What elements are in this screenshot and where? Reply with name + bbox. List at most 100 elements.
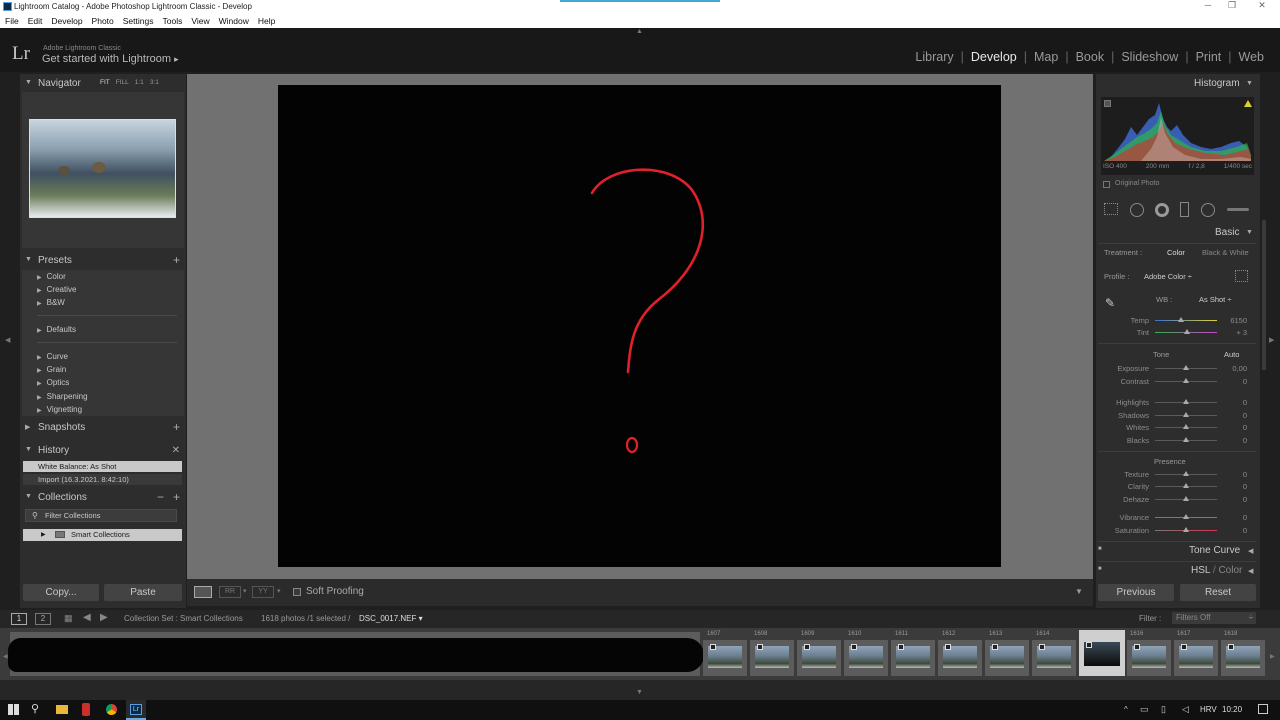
slider-value[interactable]: 0	[1222, 526, 1247, 535]
collapse-left-icon[interactable]: ◀	[5, 336, 10, 344]
grid-view-icon[interactable]: ▦	[64, 613, 73, 624]
menu-view[interactable]: View	[191, 14, 209, 28]
language-indicator[interactable]: HRV	[1200, 705, 1217, 714]
previous-button[interactable]: Previous	[1098, 584, 1174, 601]
zoom-1-1[interactable]: 1:1	[135, 79, 144, 86]
module-develop[interactable]: Develop	[965, 50, 1023, 64]
basic-title[interactable]: Basic	[1215, 227, 1239, 238]
menu-settings[interactable]: Settings	[123, 14, 154, 28]
thumbnail[interactable]	[1032, 640, 1076, 676]
forward-arrow-icon[interactable]: ▶	[100, 612, 108, 623]
exposure-knob[interactable]	[1183, 365, 1189, 370]
source-label[interactable]: Collection Set : Smart Collections	[124, 614, 243, 623]
temp-slider[interactable]	[1155, 320, 1217, 321]
whites-knob[interactable]	[1183, 424, 1189, 429]
scroll-left-icon[interactable]: ◀	[3, 653, 8, 660]
profile-dropdown[interactable]: Adobe Color ÷	[1144, 272, 1192, 281]
menu-tools[interactable]: Tools	[162, 14, 182, 28]
clock[interactable]: 10:20	[1222, 705, 1242, 714]
spot-removal-icon[interactable]	[1130, 203, 1144, 217]
chrome-icon[interactable]	[106, 704, 117, 715]
expand-triangle-icon[interactable]: ◀	[1248, 547, 1253, 555]
thumbnail[interactable]	[985, 640, 1029, 676]
windows-start-icon[interactable]	[8, 704, 19, 715]
lightroom-taskbar-item[interactable]: Lr	[126, 700, 146, 720]
add-snapshot-icon[interactable]: +	[173, 420, 180, 434]
collections-header[interactable]: ▼ Collections − +	[22, 489, 184, 507]
filter-dropdown[interactable]: Filters Off ÷	[1172, 612, 1256, 624]
volume-icon[interactable]: ◁	[1182, 704, 1189, 715]
thumbnail[interactable]	[797, 640, 841, 676]
menu-edit[interactable]: Edit	[28, 14, 43, 28]
treatment-color-option[interactable]: Color	[1167, 248, 1185, 257]
slider-value[interactable]: + 3	[1222, 328, 1247, 337]
slider-value[interactable]: 0	[1222, 398, 1247, 407]
thumbnail-selected[interactable]	[1079, 630, 1125, 676]
chevron-down-icon[interactable]: ▾	[243, 587, 247, 595]
notification-icon[interactable]	[1258, 704, 1268, 714]
blacks-knob[interactable]	[1183, 437, 1189, 442]
zoom-3-1[interactable]: 3:1	[150, 79, 159, 86]
add-collection-icon[interactable]: +	[173, 490, 180, 504]
navigator-preview[interactable]	[29, 119, 176, 218]
network-icon[interactable]: ▭	[1140, 704, 1149, 715]
filename-label[interactable]: DSC_0017.NEF ▾	[359, 614, 423, 623]
preset-group[interactable]: ▶ Curve	[37, 352, 68, 361]
thumbnail[interactable]	[891, 640, 935, 676]
panel-switch-icon[interactable]: ■	[1098, 566, 1102, 572]
photo-canvas[interactable]	[278, 85, 1001, 567]
slider-value[interactable]: 0	[1222, 495, 1247, 504]
restore-icon[interactable]: ❐	[1220, 0, 1244, 11]
menu-photo[interactable]: Photo	[92, 14, 114, 28]
preset-group[interactable]: ▶ Vignetting	[37, 405, 82, 414]
slider-value[interactable]: 0	[1222, 423, 1247, 432]
expand-icon[interactable]: ▶	[41, 529, 46, 541]
before-after-icon[interactable]: RR	[219, 586, 241, 598]
wb-dropdown[interactable]: As Shot ÷	[1199, 295, 1231, 304]
presets-header[interactable]: ▼ Presets +	[22, 252, 184, 270]
crop-tool-icon[interactable]	[1104, 203, 1118, 215]
panel-switch-icon[interactable]: ■	[1098, 546, 1102, 552]
slider-value[interactable]: 0	[1222, 377, 1247, 386]
close-icon[interactable]: ✕	[1250, 0, 1274, 11]
thumbnail[interactable]	[1174, 640, 1218, 676]
temp-knob[interactable]	[1178, 317, 1184, 322]
vibrance-knob[interactable]	[1183, 514, 1189, 519]
slider-value[interactable]: 0	[1222, 411, 1247, 420]
adjustment-brush-icon[interactable]	[1227, 208, 1249, 211]
module-map[interactable]: Map	[1028, 50, 1064, 64]
slider-value[interactable]: 0	[1222, 436, 1247, 445]
menu-window[interactable]: Window	[219, 14, 249, 28]
collapse-collections-icon[interactable]: −	[157, 490, 164, 504]
slider-value[interactable]: 0	[1222, 482, 1247, 491]
history-item[interactable]: White Balance: As Shot	[23, 461, 182, 472]
texture-knob[interactable]	[1183, 471, 1189, 476]
dehaze-knob[interactable]	[1183, 496, 1189, 501]
preset-group[interactable]: ▶ Optics	[37, 378, 69, 387]
thumbnail[interactable]	[703, 640, 747, 676]
module-library[interactable]: Library	[909, 50, 959, 64]
thumbnail[interactable]	[938, 640, 982, 676]
treatment-bw-option[interactable]: Black & White	[1202, 248, 1249, 257]
highlights-knob[interactable]	[1183, 399, 1189, 404]
minimize-icon[interactable]: ─	[1196, 0, 1220, 10]
battery-icon[interactable]: ▯	[1161, 704, 1166, 715]
copy-button[interactable]: Copy...	[23, 584, 99, 601]
chevron-down-icon[interactable]: ▾	[277, 587, 281, 595]
right-scrollbar[interactable]	[1262, 220, 1266, 370]
screen-2-button[interactable]: 2	[35, 613, 51, 625]
slider-value[interactable]: 0,00	[1222, 364, 1247, 373]
filter-collections-input[interactable]: ⚲ Filter Collections	[25, 509, 177, 522]
slider-value[interactable]: 0	[1222, 513, 1247, 522]
history-item[interactable]: Import (16.3.2021. 8:42:10)	[23, 474, 182, 485]
collapse-triangle-icon[interactable]: ▼	[1246, 80, 1253, 87]
paste-button[interactable]: Paste	[104, 584, 182, 601]
thumbnail[interactable]	[750, 640, 794, 676]
soft-proofing-checkbox[interactable]	[293, 588, 301, 596]
before-after-split-icon[interactable]: YY	[252, 586, 274, 598]
menu-develop[interactable]: Develop	[51, 14, 82, 28]
history-header[interactable]: ▼ History ✕	[22, 442, 184, 460]
collapse-top-icon[interactable]: ▲	[636, 28, 643, 35]
module-print[interactable]: Print	[1190, 50, 1228, 64]
app-icon[interactable]	[82, 703, 90, 716]
